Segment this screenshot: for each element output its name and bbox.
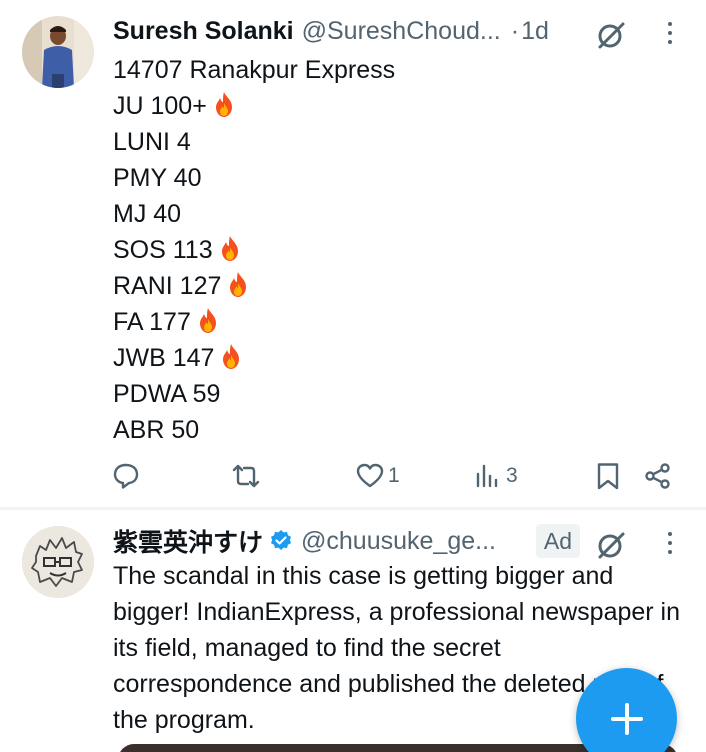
views-icon	[476, 464, 498, 488]
tweet-text: 14707 Ranakpur Express JU 100+ LUNI 4 PMY 4…	[113, 52, 395, 448]
line-text: JWB 147	[113, 344, 215, 372]
tweet-text-line: MJ 40	[113, 196, 395, 232]
user-handle[interactable]: @chuusuke_ge...	[301, 527, 496, 556]
tweet-text-line: JU 100+	[113, 88, 395, 124]
share-icon	[645, 463, 670, 489]
heart-icon	[356, 463, 384, 488]
tweet-actions: 1 3	[0, 456, 706, 496]
tweet-text-line: JWB 147	[113, 340, 395, 376]
like-button[interactable]: 1	[356, 462, 400, 490]
reply-button[interactable]	[112, 462, 140, 490]
verified-badge-icon	[271, 530, 292, 550]
tweet-text-line: RANI 127	[113, 268, 395, 304]
line-text: 14707 Ranakpur Express	[113, 56, 396, 84]
plus-icon	[610, 702, 643, 735]
tweet-text-line: PDWA 59	[113, 376, 395, 412]
more-icon[interactable]	[664, 22, 676, 48]
display-name[interactable]: 紫雲英沖すけ	[113, 523, 263, 559]
line-text: PMY 40	[113, 164, 202, 192]
bookmark-button[interactable]	[594, 462, 622, 490]
fire-emoji-icon	[213, 91, 235, 118]
line-text: SOS 113	[113, 236, 213, 264]
line-text: LUNI 4	[113, 128, 191, 156]
views-count: 3	[506, 464, 518, 487]
tweet-header: 紫雲英沖すけ @chuusuke_ge...	[113, 524, 496, 558]
separator-dot: ·	[510, 16, 520, 45]
like-count: 1	[388, 464, 400, 487]
tweet-suresh-solanki[interactable]: Suresh Solanki @SureshChoud... · 1d 1470…	[0, 0, 706, 508]
avatar[interactable]	[22, 526, 94, 598]
tweet-header: Suresh Solanki @SureshChoud... · 1d	[113, 14, 549, 48]
fire-emoji-icon	[219, 235, 241, 262]
retweet-button[interactable]	[232, 462, 260, 490]
tweet-text-line: ABR 50	[113, 412, 395, 448]
line-text: FA 177	[113, 308, 191, 336]
fire-emoji-icon	[197, 307, 219, 334]
line-text: JU 100+	[113, 92, 207, 120]
user-handle[interactable]: @SureshChoud...	[302, 17, 501, 46]
more-icon[interactable]	[664, 532, 676, 558]
tweet-text-line: FA 177	[113, 304, 395, 340]
grok-icon[interactable]	[596, 20, 626, 50]
tweet-text-line: PMY 40	[113, 160, 395, 196]
display-name[interactable]: Suresh Solanki	[113, 17, 294, 46]
fire-emoji-icon	[227, 271, 249, 298]
bookmark-icon	[597, 463, 619, 490]
tweet-text-line: LUNI 4	[113, 124, 395, 160]
avatar[interactable]	[22, 16, 94, 88]
ad-badge: Ad	[536, 524, 580, 558]
tweet-text-line: SOS 113	[113, 232, 395, 268]
timestamp[interactable]: 1d	[521, 17, 549, 46]
line-text: RANI 127	[113, 272, 222, 300]
tweet-text-line: 14707 Ranakpur Express	[113, 52, 395, 88]
share-button[interactable]	[644, 462, 672, 490]
retweet-icon	[232, 464, 260, 488]
line-text: MJ 40	[113, 200, 182, 228]
line-text: ABR 50	[113, 416, 200, 444]
grok-icon[interactable]	[596, 530, 626, 560]
reply-icon	[113, 463, 139, 489]
views-button[interactable]: 3	[474, 462, 518, 490]
line-text: PDWA 59	[113, 380, 221, 408]
fire-emoji-icon	[220, 343, 242, 370]
